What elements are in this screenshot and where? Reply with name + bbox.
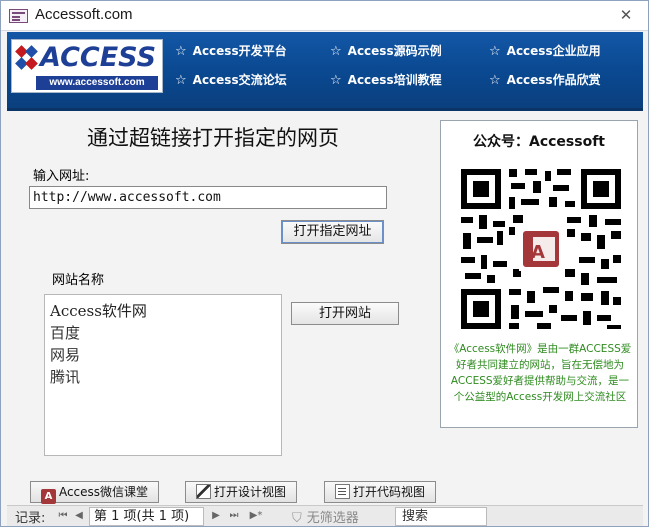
qr-caption: 《Access软件网》是由一群ACCESS爱好者共同建立的网站，旨在无偿地为AC… — [448, 343, 632, 403]
list-item[interactable]: 百度 — [50, 322, 276, 344]
star-icon: ☆ — [489, 44, 501, 59]
close-icon[interactable]: ✕ — [616, 5, 636, 25]
access-logo[interactable]: ACCESS www.accessoft.com — [11, 39, 163, 93]
title-bar: Accessoft.com ✕ — [1, 1, 648, 31]
current-record-field[interactable]: 第 1 项(共 1 项) — [89, 507, 204, 526]
list-item[interactable]: 网易 — [50, 344, 276, 366]
last-record-icon[interactable]: ⏭ — [228, 508, 240, 524]
nav-link-dev-platform[interactable]: ☆ Access开发平台 — [175, 42, 287, 59]
window-title: Accessoft.com — [35, 6, 133, 23]
filter-icon: ⛉ — [292, 511, 302, 526]
next-record-icon[interactable]: ▶ — [210, 508, 222, 524]
previous-record-icon[interactable]: ◀ — [73, 508, 85, 524]
no-filter-indicator[interactable]: ⛉ 无筛选器 — [292, 507, 359, 526]
site-list-label: 网站名称 — [52, 273, 105, 288]
qr-panel: 公众号：Accessoft A 《Access软件网》是由一群ACCESS爱好者… — [440, 120, 638, 428]
nav-link-source-examples[interactable]: ☆ Access源码示例 — [330, 42, 442, 59]
star-icon: ☆ — [330, 44, 342, 59]
url-label: 输入网址: — [33, 169, 90, 184]
code-view-icon — [334, 484, 350, 499]
open-site-button[interactable]: 打开网站 — [291, 302, 399, 325]
star-icon: ☆ — [175, 73, 187, 88]
nav-link-enterprise[interactable]: ☆ Access企业应用 — [489, 42, 601, 59]
open-code-view-button[interactable]: 打开代码视图 — [324, 481, 436, 503]
star-icon: ☆ — [330, 73, 342, 88]
qr-title: 公众号：Accessoft — [473, 134, 605, 150]
nav-link-showcase[interactable]: ☆ Access作品欣赏 — [489, 71, 601, 88]
access-form-window: Accessoft.com ✕ ACCESS www.accessoft.com… — [0, 0, 649, 527]
form-title: 通过超链接打开指定的网页 — [87, 126, 339, 150]
list-item[interactable]: Access软件网 — [50, 300, 276, 322]
open-url-button[interactable]: 打开指定网址 — [281, 220, 384, 244]
site-listbox[interactable]: Access软件网 百度 网易 腾讯 — [44, 294, 282, 456]
star-icon: ☆ — [175, 44, 187, 59]
access-app-icon: A — [40, 489, 56, 504]
header-banner: ACCESS www.accessoft.com ☆ Access开发平台 ☆ Ac… — [7, 32, 643, 111]
svg-text:A: A — [531, 242, 545, 263]
record-navigation-bar: 记录: ⏮ ◀ 第 1 项(共 1 项) ▶ ⏭ ▶* ⛉ 无筛选器 搜索 — [7, 505, 643, 526]
open-design-view-button[interactable]: 打开设计视图 — [185, 481, 297, 503]
url-input[interactable]: http://www.accessoft.com — [29, 186, 387, 209]
logo-url: www.accessoft.com — [36, 76, 158, 90]
list-item[interactable]: 腾讯 — [50, 366, 276, 388]
star-icon: ☆ — [489, 73, 501, 88]
new-record-icon[interactable]: ▶* — [248, 508, 264, 524]
weixin-class-button[interactable]: A Access微信课堂 — [30, 481, 159, 504]
design-view-icon — [195, 484, 211, 499]
form-icon — [9, 9, 28, 23]
qr-code-icon: A — [457, 165, 625, 333]
nav-link-forum[interactable]: ☆ Access交流论坛 — [175, 71, 287, 88]
first-record-icon[interactable]: ⏮ — [57, 508, 69, 524]
search-input[interactable]: 搜索 — [395, 507, 487, 526]
logo-word: ACCESS — [40, 42, 157, 73]
record-label: 记录: — [15, 511, 46, 526]
nav-link-tutorials[interactable]: ☆ Access培训教程 — [330, 71, 442, 88]
